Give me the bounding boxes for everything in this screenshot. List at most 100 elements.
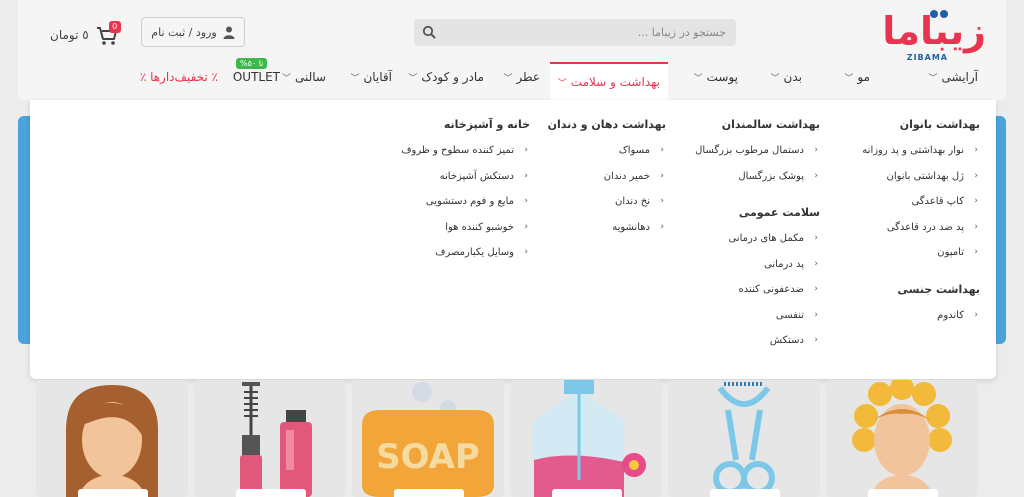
- chevron-down-icon: ﹀: [693, 73, 703, 84]
- chevron-left-icon: ‹: [660, 221, 664, 232]
- login-register-button[interactable]: ورود / ثبت نام: [141, 17, 245, 47]
- menu-item[interactable]: ‹ مایع و فوم دستشویی: [330, 196, 530, 222]
- nav-item-outlet[interactable]: OUTLET: [233, 70, 280, 84]
- chevron-left-icon: ‹: [524, 247, 528, 257]
- menu-item-label: نخ دندان: [614, 196, 650, 207]
- card-label: [236, 489, 306, 497]
- chevron-down-icon: ﹀: [281, 73, 291, 84]
- logo-subtext: ZIBAMA: [907, 53, 948, 62]
- chevron-down-icon: ﹀: [928, 73, 938, 84]
- cart-icon: 0: [95, 21, 121, 47]
- chevron-left-icon: ‹: [814, 145, 818, 155]
- menu-item-label: خمیر دندان: [603, 170, 650, 182]
- chevron-left-icon: ‹: [524, 196, 528, 206]
- nav-item-perfume[interactable]: عطر ﹀: [503, 70, 540, 84]
- nav-item-health[interactable]: بهداشت و سلامت ﹀: [549, 62, 668, 100]
- nav-label: مو: [857, 70, 870, 84]
- category-card-salon[interactable]: [826, 380, 978, 497]
- chevron-left-icon: ‹: [974, 145, 978, 155]
- nav-item-body[interactable]: بدن ﹀: [771, 70, 802, 84]
- nav-item-salon[interactable]: سالنی ﹀: [282, 70, 326, 84]
- menu-item-label: پد ضد درد قاعدگی: [886, 221, 964, 233]
- chevron-left-icon: ‹: [660, 145, 664, 155]
- menu-item-label: مسواک: [618, 145, 650, 156]
- menu-item-label: مایع و فوم دستشویی: [425, 196, 514, 207]
- menu-item[interactable]: ‹ خوشبو کننده هوا: [330, 222, 530, 248]
- chevron-left-icon: ‹: [524, 170, 528, 181]
- woman-portrait-icon: [66, 385, 158, 497]
- nav-item-skin[interactable]: پوست ﹀: [694, 70, 738, 84]
- menu-item-label: پد درمانی: [763, 258, 804, 270]
- nav-label: بهداشت و سلامت: [570, 75, 660, 89]
- category-card-hair[interactable]: [36, 380, 188, 497]
- nav-label: ٪ تخفیف‌دارها ٪: [139, 70, 218, 84]
- menu-item[interactable]: ‹ پد درمانی: [620, 259, 820, 285]
- login-label: ورود / ثبت نام: [151, 25, 217, 39]
- perfume-bottle-icon: [534, 380, 646, 497]
- site-logo[interactable]: زیباما ZIBAMA: [878, 4, 988, 64]
- nav-label: بدن: [783, 70, 802, 84]
- menu-item[interactable]: ‹ تنفسی: [620, 310, 820, 336]
- mega-menu: بهداشت بانوان ‹ نوار بهداشتی و پد روزانه …: [30, 100, 996, 379]
- menu-item[interactable]: ‹ ضدعفونی کننده: [620, 284, 820, 310]
- card-label: [78, 489, 148, 497]
- category-card-body[interactable]: SOAP: [352, 380, 504, 497]
- soap-icon: SOAP: [362, 382, 494, 497]
- search-input[interactable]: [456, 19, 726, 46]
- chevron-left-icon: ‹: [814, 258, 818, 269]
- chevron-left-icon: ‹: [814, 284, 818, 294]
- outlet-badge: تا ٥٠%: [236, 58, 268, 69]
- menu-item-label: خوشبو کننده هوا: [445, 221, 514, 233]
- card-label: [710, 489, 780, 497]
- cart-button[interactable]: ٥ تومان 0: [50, 20, 121, 50]
- menu-item-label: دهانشویه: [612, 221, 650, 233]
- menu-item-label: مکمل های درمانی: [728, 233, 804, 244]
- menu-item-label: کاپ قاعدگی: [911, 196, 964, 207]
- menu-item-label: ژل بهداشتی بانوان: [886, 170, 964, 182]
- menu-item[interactable]: ‹ دستکش آشپزخانه: [330, 171, 530, 197]
- menu-item-label: دستکش آشپزخانه: [439, 170, 514, 182]
- eyelash-curler-icon: [713, 382, 775, 495]
- menu-item-label: ضدعفونی کننده: [738, 284, 804, 295]
- nav-item-mother-child[interactable]: مادر و کودک ﹀: [408, 70, 484, 84]
- chevron-left-icon: ‹: [660, 196, 664, 206]
- soap-text: SOAP: [376, 437, 480, 477]
- chevron-down-icon: ﹀: [350, 73, 360, 84]
- chevron-left-icon: ‹: [814, 335, 818, 345]
- chevron-left-icon: ‹: [974, 170, 978, 181]
- nav-label: آرایشی: [941, 70, 978, 84]
- category-card-makeup[interactable]: [194, 380, 346, 497]
- menu-item[interactable]: ‹ وسایل یکبارمصرف: [330, 247, 530, 273]
- chevron-down-icon: ﹀: [557, 78, 567, 89]
- menu-item[interactable]: ‹ دستکش: [620, 335, 820, 361]
- chevron-left-icon: ‹: [974, 221, 978, 232]
- chevron-left-icon: ‹: [814, 170, 818, 181]
- nav-item-makeup[interactable]: آرایشی ﹀: [928, 70, 978, 84]
- menu-item[interactable]: ‹ تمیز کننده سطوح و ظروف: [330, 145, 530, 171]
- nav-label: پوست: [706, 70, 738, 84]
- menu-item-label: دستمال مرطوب بزرگسال: [695, 145, 804, 156]
- menu-item-label: تنفسی: [775, 309, 804, 321]
- cart-count-badge: 0: [108, 21, 121, 33]
- menu-column-title[interactable]: خانه و آشپزخانه: [330, 118, 530, 132]
- menu-item-label: پوشک بزرگسال: [738, 170, 804, 182]
- category-card-skin[interactable]: [668, 380, 820, 497]
- search-box[interactable]: [414, 19, 736, 46]
- category-cards: SOAP: [18, 380, 1006, 497]
- nav-item-men[interactable]: آقایان ﹀: [350, 70, 392, 84]
- search-icon[interactable]: [422, 25, 436, 39]
- menu-item-label: نوار بهداشتی و پد روزانه: [862, 145, 964, 156]
- nav-label: عطر: [516, 70, 540, 84]
- card-label: [394, 489, 464, 497]
- nav-item-discounts[interactable]: ٪ تخفیف‌دارها ٪: [140, 70, 218, 84]
- woman-curlers-icon: [852, 380, 952, 497]
- chevron-left-icon: ‹: [814, 233, 818, 243]
- zibama-logo-icon: زیباما ZIBAMA: [882, 9, 986, 62]
- chevron-left-icon: ‹: [974, 196, 978, 206]
- nav-item-hair[interactable]: مو ﹀: [844, 70, 870, 84]
- nav-label: OUTLET: [232, 70, 280, 84]
- menu-item-label: تامپون: [937, 247, 964, 258]
- chevron-left-icon: ‹: [974, 309, 978, 320]
- category-card-perfume[interactable]: [510, 380, 662, 497]
- nav-label: سالنی: [295, 70, 326, 84]
